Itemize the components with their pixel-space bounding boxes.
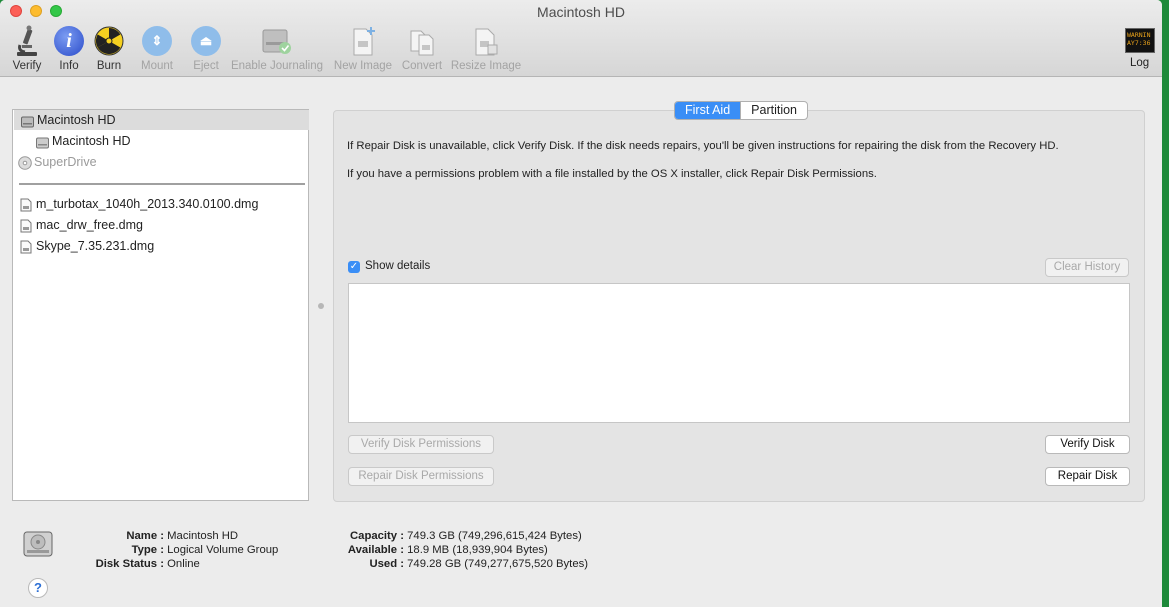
tab-partition[interactable]: Partition: [740, 102, 807, 119]
sidebar-item-superdrive[interactable]: SuperDrive: [13, 152, 97, 172]
sidebar-item-label: Skype_7.35.231.dmg: [36, 239, 155, 253]
name-value: Macintosh HD: [167, 530, 239, 542]
instructions-repair-disk: If Repair Disk is unavailable, click Ver…: [347, 140, 1059, 152]
type-value: Logical Volume Group: [167, 544, 279, 556]
sidebar-item-dmg[interactable]: Skype_7.35.231.dmg: [13, 236, 154, 256]
mount-button[interactable]: ⇕ Mount: [138, 24, 176, 72]
sidebar-item-label: m_turbotax_1040h_2013.340.0100.dmg: [36, 197, 259, 211]
capacity-value: 749.3 GB (749,296,615,424 Bytes): [407, 530, 582, 542]
repair-disk-permissions-button[interactable]: Repair Disk Permissions: [348, 467, 494, 486]
new-image-button[interactable]: New Image: [331, 24, 395, 72]
help-button[interactable]: ?: [28, 578, 48, 598]
window-title: Macintosh HD: [537, 4, 625, 20]
volume-icon: [36, 135, 49, 149]
type-key: Type :: [131, 544, 164, 556]
tab-first-aid[interactable]: First Aid: [675, 102, 741, 119]
mount-icon: ⇕: [142, 26, 172, 56]
sidebar-item-macintosh-hd-volume[interactable]: Macintosh HD: [13, 131, 131, 151]
resize-image-label: Resize Image: [450, 60, 522, 72]
burn-radiation-icon: [92, 24, 126, 58]
titlebar-toolbar: Macintosh HD Verify i Info Burn ⇕ Mount …: [0, 0, 1162, 77]
verify-disk-button[interactable]: Verify Disk: [1045, 435, 1130, 454]
disk-sidebar: Macintosh HD Macintosh HD SuperDrive m_t…: [12, 109, 309, 501]
used-value: 749.28 GB (749,277,675,520 Bytes): [407, 558, 589, 570]
repair-disk-button[interactable]: Repair Disk: [1045, 467, 1130, 486]
sidebar-item-label: Macintosh HD: [52, 134, 131, 148]
info-button[interactable]: i Info: [52, 24, 86, 72]
convert-icon: [405, 24, 439, 58]
enable-journaling-button[interactable]: Enable Journaling: [228, 24, 326, 72]
dmg-icon: [20, 219, 33, 233]
burn-label: Burn: [96, 60, 122, 72]
journaling-drive-icon: [260, 24, 294, 58]
mount-label: Mount: [141, 60, 173, 72]
used-key: Used :: [369, 558, 404, 570]
convert-button[interactable]: Convert: [398, 24, 446, 72]
info-icon: i: [54, 26, 84, 56]
available-key: Available :: [347, 544, 404, 556]
enable-journaling-label: Enable Journaling: [230, 60, 324, 72]
eject-label: Eject: [193, 60, 219, 72]
verify-disk-permissions-button[interactable]: Verify Disk Permissions: [348, 435, 494, 454]
available-value: 18.9 MB (18,939,904 Bytes): [407, 544, 548, 556]
disk-info-left: Name : Macintosh HD Type : Logical Volum…: [80, 529, 279, 571]
sidebar-item-dmg[interactable]: mac_drw_free.dmg: [13, 215, 143, 235]
log-label[interactable]: Log: [1130, 57, 1149, 69]
sidebar-divider: [19, 183, 305, 185]
burn-button[interactable]: Burn: [92, 24, 126, 72]
disk-status-value: Online: [167, 558, 200, 570]
sidebar-item-label: SuperDrive: [34, 155, 97, 169]
resize-image-button[interactable]: Resize Image: [449, 24, 523, 72]
sidebar-item-label: mac_drw_free.dmg: [36, 218, 143, 232]
tab-bar: First Aid Partition: [674, 101, 809, 120]
name-key: Name :: [126, 530, 164, 542]
log-console-icon[interactable]: WARNIN AY7:36: [1125, 28, 1155, 53]
disk-utility-window: Macintosh HD Verify i Info Burn ⇕ Mount …: [0, 0, 1162, 607]
verify-button[interactable]: Verify: [9, 24, 45, 72]
dmg-icon: [20, 198, 33, 212]
microscope-icon: [10, 24, 44, 58]
selected-disk-icon: [22, 528, 54, 563]
sidebar-item-macintosh-hd-drive[interactable]: Macintosh HD: [14, 110, 309, 130]
clear-history-button[interactable]: Clear History: [1045, 258, 1129, 277]
show-details-checkbox[interactable]: ✓: [348, 261, 360, 273]
optical-drive-icon: [18, 155, 32, 170]
resize-image-icon: [469, 24, 503, 58]
info-label: Info: [59, 60, 79, 72]
disk-status-key: Disk Status :: [95, 558, 164, 570]
details-log-area[interactable]: [348, 283, 1130, 423]
eject-button[interactable]: ⏏ Eject: [189, 24, 223, 72]
show-details-label[interactable]: Show details: [365, 260, 430, 272]
sidebar-item-label: Macintosh HD: [37, 113, 116, 127]
instructions-permissions: If you have a permissions problem with a…: [347, 168, 877, 180]
new-image-icon: [346, 24, 380, 58]
split-view-handle[interactable]: [318, 303, 324, 309]
verify-label: Verify: [12, 60, 42, 72]
disk-info-right: Capacity : 749.3 GB (749,296,615,424 Byt…: [336, 529, 588, 571]
new-image-label: New Image: [333, 60, 393, 72]
dmg-icon: [20, 240, 33, 254]
convert-label: Convert: [401, 60, 443, 72]
sidebar-item-dmg[interactable]: m_turbotax_1040h_2013.340.0100.dmg: [13, 194, 258, 214]
drive-icon: [21, 114, 34, 128]
capacity-key: Capacity :: [350, 530, 404, 542]
eject-icon: ⏏: [191, 26, 221, 56]
